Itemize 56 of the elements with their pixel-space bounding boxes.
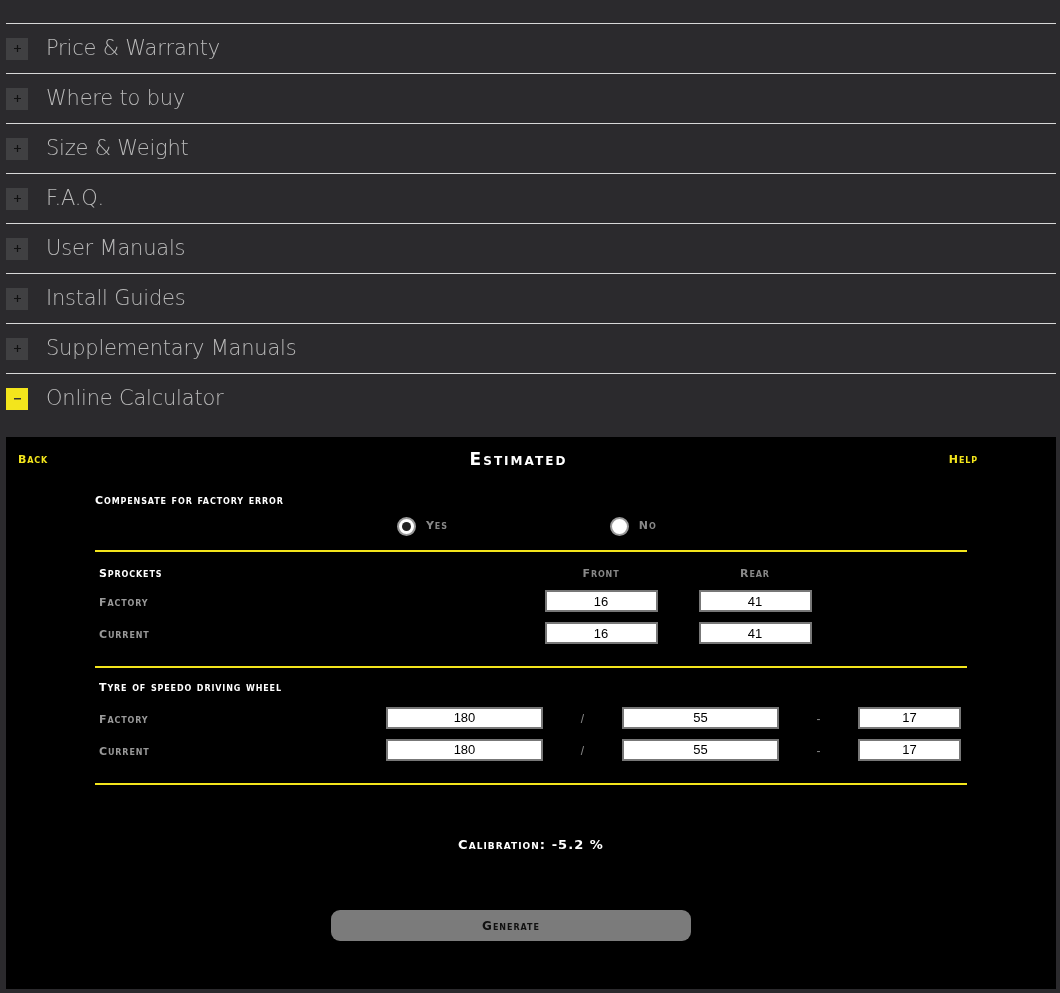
column-header: Front (582, 567, 620, 580)
back-link[interactable]: Back (18, 451, 49, 468)
number-field[interactable]: 17 (858, 738, 961, 761)
accordion-item[interactable]: User Manuals (46, 232, 186, 265)
section-heading: Tyre of speedo driving wheel (99, 680, 282, 696)
separator-text: / (580, 743, 585, 758)
generate-button[interactable]: Generate (331, 910, 691, 941)
number-field[interactable]: 55 (622, 738, 779, 761)
expand-button[interactable] (6, 237, 28, 260)
accordion-item[interactable]: Online Calculator (46, 383, 224, 415)
expand-button[interactable] (6, 37, 28, 60)
accordion-item[interactable]: Supplementary Manuals (46, 332, 297, 365)
section-heading: Sprockets (99, 567, 163, 580)
collapse-button[interactable] (6, 388, 28, 410)
number-field[interactable]: 16 (544, 622, 658, 644)
row-label: Current (99, 744, 150, 758)
separator-text: / (580, 711, 585, 726)
plus-icon (13, 345, 21, 352)
number-field[interactable]: 41 (698, 590, 812, 612)
radio-option[interactable]: No (609, 517, 657, 536)
number-field[interactable]: 180 (386, 738, 543, 761)
accordion-item[interactable]: Size & Weight (46, 132, 189, 165)
number-field[interactable]: 17 (858, 706, 961, 729)
separator-text: - (816, 711, 821, 726)
plus-icon (13, 95, 21, 102)
accordion-item[interactable]: Install Guides (46, 282, 186, 315)
plus-icon (13, 145, 21, 152)
help-link[interactable]: Help (948, 451, 978, 468)
number-field[interactable]: 41 (698, 622, 812, 644)
row-label: Current (99, 628, 150, 641)
row-label: Factory (99, 596, 149, 609)
plus-icon (13, 195, 21, 202)
number-field[interactable]: 180 (386, 706, 543, 729)
column-header: Rear (740, 567, 770, 580)
radio-button[interactable] (609, 517, 629, 536)
accordion-item[interactable]: Where to buy (46, 82, 186, 115)
plus-icon (13, 295, 21, 302)
expand-button[interactable] (6, 287, 28, 310)
plus-icon (13, 245, 21, 252)
radio-button[interactable] (397, 517, 416, 536)
row-label: Factory (99, 712, 149, 726)
separator-text: - (816, 743, 821, 758)
plus-icon (13, 45, 21, 52)
calibration-result: Calibration: -5.2 % (458, 835, 604, 854)
minus-icon (13, 398, 21, 400)
calculator-title: Estimated (469, 448, 568, 471)
radio-option[interactable]: Yes (397, 517, 448, 536)
expand-button[interactable] (6, 87, 28, 110)
accordion-item[interactable]: Price & Warranty (46, 32, 220, 65)
number-field[interactable]: 16 (544, 590, 658, 612)
expand-button[interactable] (6, 137, 28, 160)
section-label: Compensate for factory error (95, 492, 285, 509)
expand-button[interactable] (6, 337, 28, 360)
expand-button[interactable] (6, 187, 28, 210)
accordion-item[interactable]: F.A.Q. (46, 182, 104, 215)
number-field[interactable]: 55 (622, 706, 779, 729)
